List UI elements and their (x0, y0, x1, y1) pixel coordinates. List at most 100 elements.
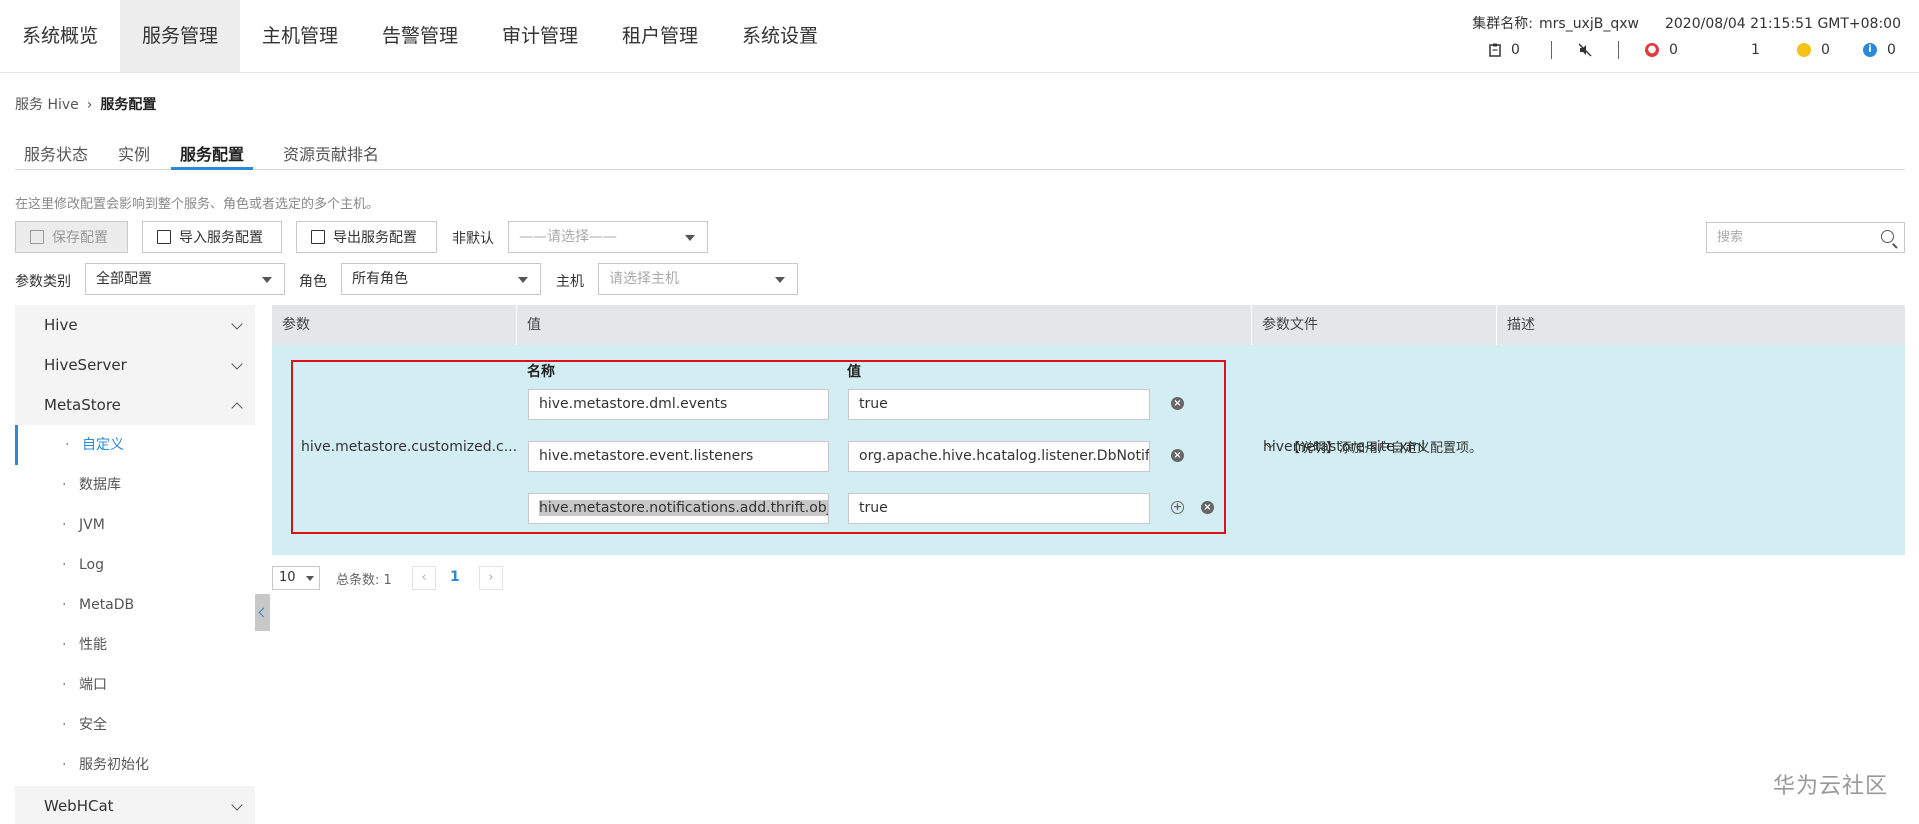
table-row: hive.metastore.customized.c... 名称 值 hive… (272, 345, 1905, 555)
header-param: 参数 (272, 305, 517, 345)
task-count: 0 (1511, 42, 1520, 58)
sidebar-item-log[interactable]: Log (15, 545, 255, 585)
prev-page-button[interactable]: ‹ (412, 566, 436, 590)
remove-icon[interactable]: × (1201, 501, 1214, 514)
clipboard-icon (1489, 43, 1501, 57)
major-count: 1 (1751, 42, 1760, 58)
top-nav: 系统概览 服务管理 主机管理 告警管理 审计管理 租户管理 系统设置 集群名称:… (0, 0, 1919, 73)
chevron-down-icon (231, 358, 243, 370)
custom-name-input-2[interactable]: hive.metastore.event.listeners (528, 441, 829, 472)
subtab-resource-ranking[interactable]: 资源贡献排名 (274, 141, 388, 170)
pair-value-header: 值 (847, 364, 861, 380)
chevron-down-icon (775, 277, 785, 283)
page-size-select[interactable]: 10 (272, 566, 320, 590)
sidebar-item-custom[interactable]: 自定义 (15, 425, 255, 465)
remove-icon[interactable]: × (1171, 397, 1184, 410)
mute-icon (1578, 43, 1592, 57)
save-config-button[interactable]: 保存配置 (15, 221, 128, 253)
subtab-instances[interactable]: 实例 (109, 141, 159, 170)
non-default-label: 非默认 (452, 231, 494, 247)
tab-system-settings[interactable]: 系统设置 (720, 0, 840, 72)
breadcrumb-arrow-icon: › (86, 97, 93, 113)
sidebar-group-hiveserver[interactable]: HiveServer (15, 345, 255, 385)
host-label: 主机 (556, 274, 584, 290)
custom-name-input-3[interactable]: hive.metastore.notifications.add.thrift.… (528, 493, 829, 524)
breadcrumb-parent[interactable]: 服务 Hive (15, 97, 79, 113)
export-icon (311, 230, 325, 244)
watermark: 华为云社区 (1773, 774, 1889, 799)
datetime: 2020/08/04 21:15:51 GMT+08:00 (1664, 16, 1901, 32)
search-icon[interactable] (1881, 230, 1894, 243)
cluster-label: 集群名称: (1472, 16, 1533, 32)
custom-value-input-2[interactable]: org.apache.hive.hcatalog.listener.DbNoti… (848, 441, 1150, 472)
current-page[interactable]: 1 (450, 569, 460, 585)
chevron-down-icon (306, 576, 314, 581)
sidebar-item-port[interactable]: 端口 (15, 665, 255, 705)
sidebar-item-jvm[interactable]: JVM (15, 505, 255, 545)
subtab-service-status[interactable]: 服务状态 (15, 141, 97, 170)
mute-toggle[interactable] (1578, 40, 1592, 60)
cluster-info: 集群名称: mrs_uxjB_qxw 2020/08/04 21:15:51 GMT… (1466, 13, 1901, 33)
next-page-button[interactable]: › (479, 566, 503, 590)
role-select[interactable]: 所有角色 (341, 263, 541, 295)
chevron-right-icon: › (488, 570, 494, 585)
chevron-down-icon (685, 235, 695, 241)
save-icon (30, 230, 44, 244)
sidebar-group-metastore[interactable]: MetaStore (15, 385, 255, 425)
tab-alarm-management[interactable]: 告警管理 (360, 0, 480, 72)
minor-alarm[interactable]: 0 (1797, 40, 1835, 60)
tab-tenant-management[interactable]: 租户管理 (600, 0, 720, 72)
remove-icon[interactable]: × (1171, 449, 1184, 462)
sidebar-item-service-init[interactable]: 服务初始化 (15, 745, 255, 785)
chevron-up-icon (231, 402, 243, 414)
add-icon[interactable]: + (1171, 501, 1184, 514)
config-hint: 在这里修改配置会影响到整个服务、角色或者选定的多个主机。 (15, 197, 380, 212)
alarm-bar: 0 ● 0 1 0 i 0 (1489, 40, 1901, 60)
custom-value-input-3[interactable]: true (848, 493, 1150, 524)
tab-host-management[interactable]: 主机管理 (240, 0, 360, 72)
chevron-down-icon (262, 277, 272, 283)
cluster-name: mrs_uxjB_qxw (1539, 16, 1639, 32)
import-icon (157, 230, 171, 244)
sidebar-item-metadb[interactable]: MetaDB (15, 585, 255, 625)
fire-icon: ● (1645, 43, 1659, 57)
minor-count: 0 (1821, 42, 1830, 58)
category-label: 参数类别 (15, 274, 71, 290)
host-select[interactable]: 请选择主机 (598, 263, 798, 295)
sidebar-item-database[interactable]: 数据库 (15, 465, 255, 505)
chevron-down-icon (231, 799, 243, 811)
sidebar-item-performance[interactable]: 性能 (15, 625, 255, 665)
info-count: 0 (1887, 42, 1896, 58)
chevron-down-icon (518, 277, 528, 283)
category-select[interactable]: 全部配置 (85, 263, 285, 295)
critical-alarm[interactable]: ● 0 (1645, 40, 1683, 60)
param-description: 【说明】添加用户自定义配置项。 (1287, 441, 1483, 456)
export-config-button[interactable]: 导出服务配置 (296, 221, 437, 253)
task-alarm[interactable]: 0 (1489, 40, 1525, 60)
header-description: 描述 (1507, 317, 1535, 333)
sidebar-collapse-handle[interactable] (255, 594, 270, 631)
tab-overview[interactable]: 系统概览 (0, 0, 120, 72)
sidebar-item-security[interactable]: 安全 (15, 705, 255, 745)
role-label: 角色 (299, 274, 327, 290)
pair-name-header: 名称 (527, 364, 555, 380)
major-alarm[interactable]: 1 (1741, 40, 1765, 60)
sidebar-group-hive[interactable]: Hive (15, 305, 255, 345)
sidebar-group-webhcat[interactable]: WebHCat (15, 786, 255, 824)
subtab-service-config[interactable]: 服务配置 (171, 141, 254, 170)
header-value: 值 (517, 305, 1252, 345)
custom-value-input-1[interactable]: true (848, 389, 1150, 420)
import-config-button[interactable]: 导入服务配置 (142, 221, 282, 253)
critical-count: 0 (1669, 42, 1678, 58)
custom-name-input-1[interactable]: hive.metastore.dml.events (528, 389, 829, 420)
tab-audit-management[interactable]: 审计管理 (480, 0, 600, 72)
search-input[interactable]: 搜索 (1706, 222, 1905, 253)
info-alarm[interactable]: i 0 (1863, 40, 1901, 60)
breadcrumb-current: 服务配置 (100, 97, 157, 113)
header-file: 参数文件 (1252, 305, 1497, 345)
breadcrumb: 服务 Hive › 服务配置 (15, 94, 156, 114)
non-default-select[interactable]: ——请选择—— (508, 221, 708, 253)
tab-service-management[interactable]: 服务管理 (120, 0, 240, 72)
info-icon: i (1863, 43, 1877, 57)
total-count: 总条数: 1 (336, 573, 392, 588)
